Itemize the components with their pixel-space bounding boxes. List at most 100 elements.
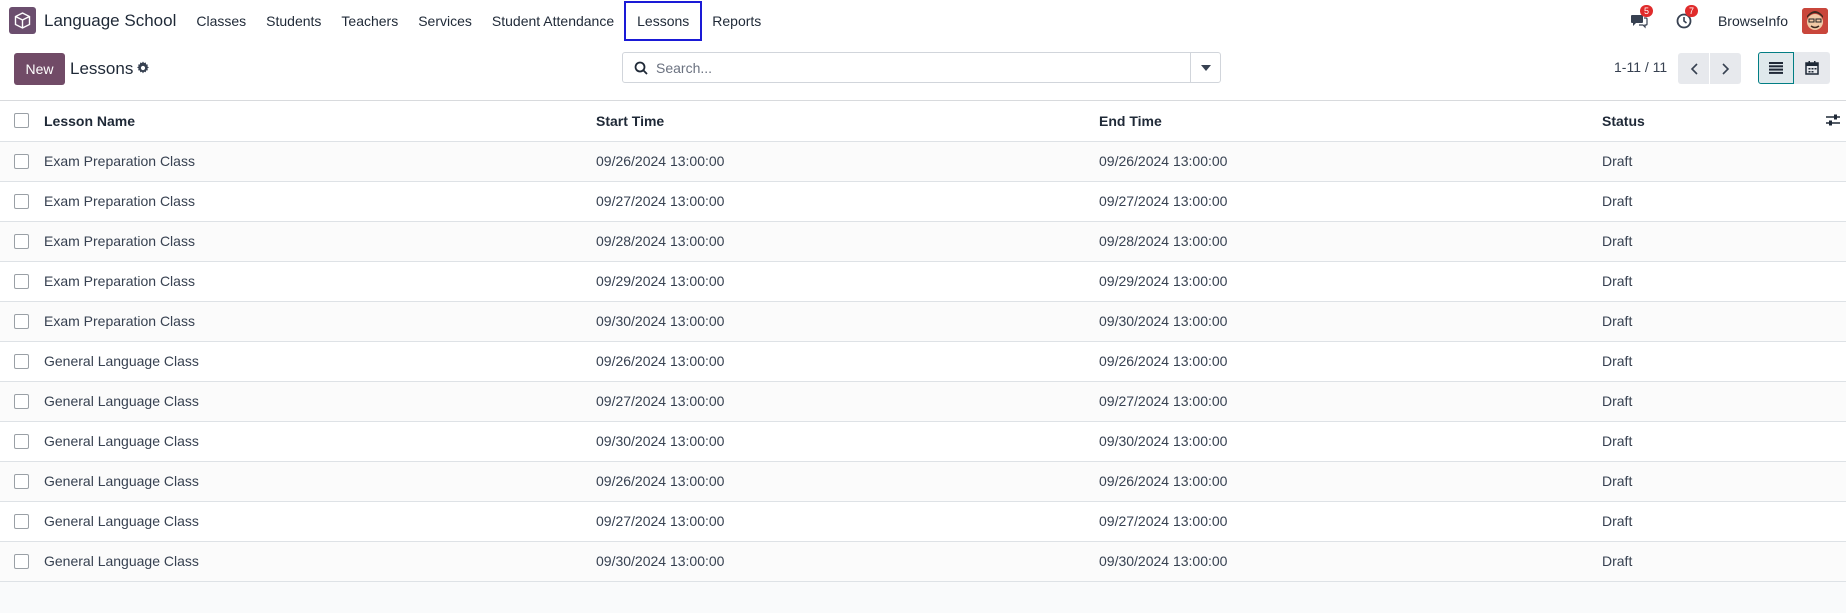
cell-end-time[interactable]: 09/27/2024 13:00:00: [1099, 381, 1602, 422]
menu-item-services[interactable]: Services: [408, 0, 482, 41]
cell-start-time[interactable]: 09/30/2024 13:00:00: [596, 301, 1099, 342]
user-avatar[interactable]: [1802, 7, 1828, 34]
table-row[interactable]: General Language Class 09/30/2024 13:00:0…: [0, 541, 1846, 582]
cell-end-time[interactable]: 09/26/2024 13:00:00: [1099, 341, 1602, 382]
cell-end-time[interactable]: 09/28/2024 13:00:00: [1099, 221, 1602, 262]
cell-start-time[interactable]: 09/27/2024 13:00:00: [596, 501, 1099, 542]
table-row[interactable]: Exam Preparation Class 09/27/2024 13:00:0…: [0, 181, 1846, 222]
calendar-view-button[interactable]: [1794, 52, 1830, 84]
app-name[interactable]: Language School: [44, 11, 176, 31]
table-row[interactable]: General Language Class 09/26/2024 13:00:0…: [0, 341, 1846, 382]
cell-end-time[interactable]: 09/26/2024 13:00:00: [1099, 461, 1602, 502]
cell-status[interactable]: Draft: [1602, 381, 1806, 422]
cell-lesson-name[interactable]: Exam Preparation Class: [44, 221, 596, 262]
row-checkbox[interactable]: [14, 193, 29, 209]
cell-lesson-name[interactable]: General Language Class: [44, 541, 596, 582]
cell-lesson-name[interactable]: General Language Class: [44, 461, 596, 502]
table-row[interactable]: Exam Preparation Class 09/30/2024 13:00:0…: [0, 301, 1846, 342]
row-checkbox[interactable]: [14, 273, 29, 289]
cell-status[interactable]: Draft: [1602, 501, 1806, 542]
cell-lesson-name[interactable]: General Language Class: [44, 501, 596, 542]
menu-item-student-attendance[interactable]: Student Attendance: [482, 0, 624, 41]
column-header-end-time[interactable]: End Time: [1099, 101, 1602, 142]
menu-item-classes[interactable]: Classes: [186, 0, 256, 41]
row-checkbox[interactable]: [14, 393, 29, 409]
cell-status[interactable]: Draft: [1602, 541, 1806, 582]
row-checkbox[interactable]: [14, 513, 29, 529]
activities-button[interactable]: 7: [1673, 4, 1698, 32]
cell-start-time[interactable]: 09/26/2024 13:00:00: [596, 461, 1099, 502]
row-checkbox[interactable]: [14, 313, 29, 329]
menu-item-reports[interactable]: Reports: [702, 0, 771, 41]
pager-value[interactable]: 1-11 / 11: [1614, 59, 1667, 75]
optional-columns-toggle[interactable]: [1806, 101, 1846, 142]
cell-status[interactable]: Draft: [1602, 461, 1806, 502]
new-button[interactable]: New: [14, 53, 65, 85]
menu-item-lessons[interactable]: Lessons: [624, 1, 703, 41]
row-checkbox[interactable]: [14, 153, 29, 169]
cell-end-time[interactable]: 09/27/2024 13:00:00: [1099, 501, 1602, 542]
cell-spacer: [1806, 141, 1846, 182]
cube-icon: [14, 12, 31, 29]
row-checkbox[interactable]: [14, 553, 29, 569]
row-checkbox[interactable]: [14, 353, 29, 369]
cell-end-time[interactable]: 09/30/2024 13:00:00: [1099, 541, 1602, 582]
cell-end-time[interactable]: 09/30/2024 13:00:00: [1099, 421, 1602, 462]
cell-end-time[interactable]: 09/26/2024 13:00:00: [1099, 141, 1602, 182]
cell-status[interactable]: Draft: [1602, 301, 1806, 342]
row-checkbox[interactable]: [14, 473, 29, 489]
search-input[interactable]: [648, 52, 1190, 83]
column-header-lesson-name[interactable]: Lesson Name: [44, 101, 596, 142]
table-row[interactable]: Exam Preparation Class 09/28/2024 13:00:0…: [0, 221, 1846, 262]
cell-end-time[interactable]: 09/29/2024 13:00:00: [1099, 261, 1602, 302]
row-checkbox[interactable]: [14, 233, 29, 249]
row-select-cell: [0, 141, 44, 182]
gear-icon[interactable]: [136, 61, 150, 75]
cell-start-time[interactable]: 09/26/2024 13:00:00: [596, 341, 1099, 382]
cell-lesson-name[interactable]: Exam Preparation Class: [44, 141, 596, 182]
cell-start-time[interactable]: 09/30/2024 13:00:00: [596, 421, 1099, 462]
company-switcher[interactable]: BrowseInfo: [1718, 13, 1788, 29]
cell-start-time[interactable]: 09/27/2024 13:00:00: [596, 181, 1099, 222]
menu-item-students[interactable]: Students: [256, 0, 331, 41]
cell-start-time[interactable]: 09/29/2024 13:00:00: [596, 261, 1099, 302]
select-all-checkbox[interactable]: [14, 113, 29, 129]
table-row[interactable]: General Language Class 09/30/2024 13:00:0…: [0, 421, 1846, 462]
cell-status[interactable]: Draft: [1602, 221, 1806, 262]
cell-start-time[interactable]: 09/30/2024 13:00:00: [596, 541, 1099, 582]
row-checkbox[interactable]: [14, 433, 29, 449]
table-row[interactable]: Exam Preparation Class 09/29/2024 13:00:0…: [0, 261, 1846, 302]
cell-lesson-name[interactable]: General Language Class: [44, 341, 596, 382]
cell-status[interactable]: Draft: [1602, 261, 1806, 302]
sliders-icon: [1826, 114, 1840, 126]
list-view-button[interactable]: [1758, 52, 1794, 84]
cell-end-time[interactable]: 09/30/2024 13:00:00: [1099, 301, 1602, 342]
cell-lesson-name[interactable]: General Language Class: [44, 381, 596, 422]
table-row[interactable]: Exam Preparation Class 09/26/2024 13:00:0…: [0, 141, 1846, 182]
table-row[interactable]: General Language Class 09/27/2024 13:00:0…: [0, 501, 1846, 542]
cell-status[interactable]: Draft: [1602, 421, 1806, 462]
cell-status[interactable]: Draft: [1602, 181, 1806, 222]
pager-previous-button[interactable]: [1678, 53, 1709, 84]
pager-next-button[interactable]: [1710, 53, 1741, 84]
top-navbar: Language School Classes Students Teacher…: [0, 0, 1846, 41]
column-header-status[interactable]: Status: [1602, 101, 1806, 142]
messages-button[interactable]: 5: [1628, 4, 1653, 32]
table-row[interactable]: General Language Class 09/27/2024 13:00:0…: [0, 381, 1846, 422]
menu-item-teachers[interactable]: Teachers: [331, 0, 408, 41]
search-options-toggle[interactable]: [1190, 53, 1220, 82]
cell-status[interactable]: Draft: [1602, 141, 1806, 182]
cell-start-time[interactable]: 09/26/2024 13:00:00: [596, 141, 1099, 182]
cell-lesson-name[interactable]: Exam Preparation Class: [44, 261, 596, 302]
column-header-start-time[interactable]: Start Time: [596, 101, 1099, 142]
cell-lesson-name[interactable]: Exam Preparation Class: [44, 301, 596, 342]
cell-start-time[interactable]: 09/27/2024 13:00:00: [596, 381, 1099, 422]
app-icon[interactable]: [9, 7, 36, 34]
cell-start-time[interactable]: 09/28/2024 13:00:00: [596, 221, 1099, 262]
cell-lesson-name[interactable]: General Language Class: [44, 421, 596, 462]
cell-lesson-name[interactable]: Exam Preparation Class: [44, 181, 596, 222]
cell-end-time[interactable]: 09/27/2024 13:00:00: [1099, 181, 1602, 222]
cell-status[interactable]: Draft: [1602, 341, 1806, 382]
cell-spacer: [1806, 301, 1846, 342]
table-row[interactable]: General Language Class 09/26/2024 13:00:0…: [0, 461, 1846, 502]
